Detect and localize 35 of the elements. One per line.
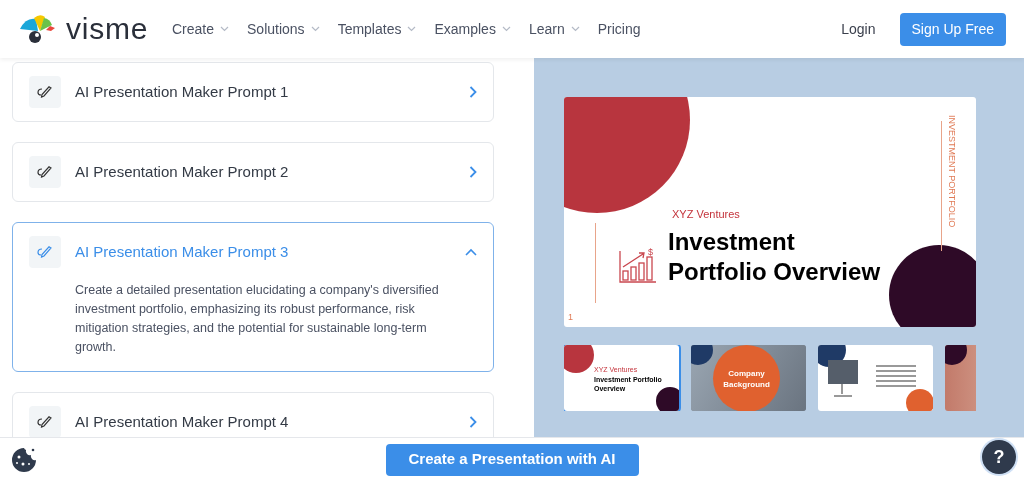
help-button[interactable]: ? <box>982 440 1016 474</box>
chevron-right-icon <box>469 166 477 178</box>
nav-link[interactable]: Learn <box>528 18 580 40</box>
page-number: 1 <box>568 311 573 324</box>
vertical-label: INVESTMENT PORTFOLIO <box>946 115 958 228</box>
chevron-right-icon <box>469 86 477 98</box>
nav-link[interactable]: Examples <box>434 18 511 40</box>
caret-icon <box>220 26 230 32</box>
caret-icon <box>407 26 417 32</box>
chevron-right-icon <box>469 416 477 428</box>
login-link[interactable]: Login <box>841 18 876 40</box>
prompt-text: Create a detailed presentation elucidating a company's diversified investment portfolio, emphasizing its robust performance, risk mitigation strategies, and the potential for sustainable long-term growth. <box>74 282 440 356</box>
cookie-icon[interactable] <box>11 447 37 473</box>
slide-title: Investment Portfolio Overview <box>668 227 882 287</box>
nav-link[interactable]: Create <box>172 18 230 40</box>
pencil-link-icon <box>29 236 61 268</box>
accordion-header[interactable]: AI Presentation Maker Prompt 4 <box>13 393 493 437</box>
pencil-link-icon <box>29 406 61 437</box>
company-name: XYZ Ventures <box>672 207 740 222</box>
logo-text[interactable]: visme <box>66 14 149 44</box>
slide-thumbnail[interactable] <box>818 345 933 411</box>
chevron-up-icon <box>465 248 477 256</box>
slide-thumbnail[interactable]: Company Background <box>691 345 806 411</box>
nav-link[interactable]: Templates <box>337 18 417 40</box>
caret-icon <box>570 26 580 32</box>
nav-link[interactable]: Pricing <box>597 18 641 40</box>
caret-icon <box>310 26 320 32</box>
caret-icon <box>501 26 511 32</box>
pencil-link-icon <box>29 76 61 108</box>
accordion-header[interactable]: AI Presentation Maker Prompt 1 <box>13 63 493 121</box>
pencil-link-icon <box>29 156 61 188</box>
accordion-header[interactable]: AI Presentation Maker Prompt 2 <box>13 143 493 201</box>
monitor-drawing <box>826 358 860 400</box>
bullet-list-drawing <box>876 365 916 387</box>
nav-link[interactable]: Solutions <box>247 18 320 40</box>
